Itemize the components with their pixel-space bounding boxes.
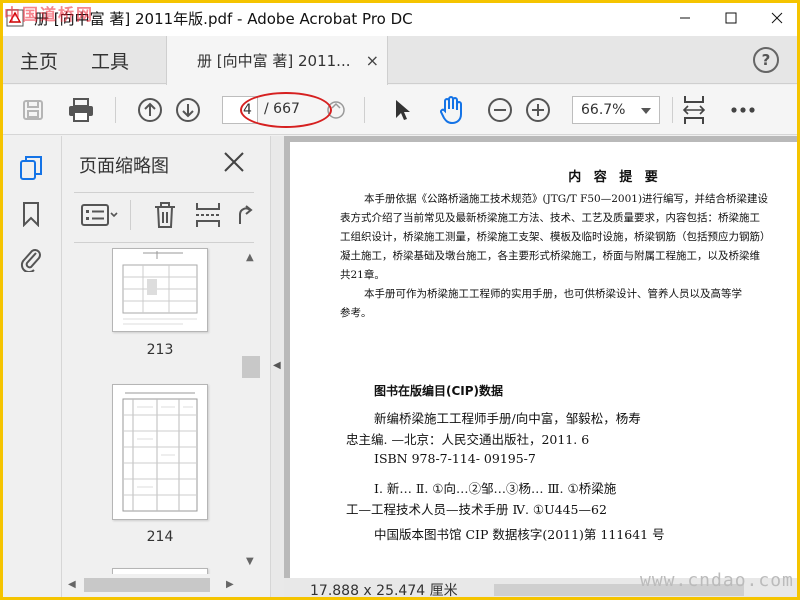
toolbar-separator [672, 97, 673, 123]
horizontal-scroll-thumb[interactable] [84, 578, 210, 592]
summary-line: 共21章。 [340, 269, 385, 281]
cip-line: Ⅰ. 新… Ⅱ. ①向…②邹…③杨… Ⅲ. ①桥梁施 [374, 481, 617, 496]
summary-heading: 内 容 提 要 [568, 170, 662, 185]
toolbar-separator [364, 97, 365, 123]
hand-icon [440, 96, 462, 125]
close-icon [771, 12, 783, 24]
save-icon [23, 100, 43, 120]
thumbnail-page-number: 213 [146, 342, 174, 358]
save-button[interactable] [18, 85, 48, 135]
title-bar: 中国道桥网 册 [向中富 著] 2011年版.pdf - Adobe Acrob… [0, 0, 800, 36]
minimize-icon [680, 17, 690, 19]
summary-line: 凝土施工，桥梁基础及墩台施工，各主要形式桥梁施工，桥面与附属工程施工，以及桥梁维 [340, 250, 760, 262]
summary-line: 参考。 [340, 307, 372, 319]
summary-line: 工组织设计，桥梁施工测量，桥梁施工支架、模板及临时设施，桥梁钢筋（包括预应力钢筋… [340, 231, 771, 243]
scroll-down-arrow-icon[interactable]: ▼ [246, 556, 254, 567]
thumbnail-preview [122, 392, 198, 512]
options-menu-icon [81, 204, 118, 226]
rotate-page-button[interactable] [232, 202, 254, 232]
vertical-scroll-thumb[interactable] [242, 356, 260, 378]
collapse-arrow-icon: ◀ [273, 360, 281, 371]
bookmark-icon [23, 202, 39, 227]
summary-line: 本手册可作为桥梁施工工程师的实用手册，也可供桥梁设计、管养人员以及高等学 [364, 288, 742, 300]
previous-page-button[interactable] [135, 85, 165, 135]
summary-text: 本手册依据《公路桥涵施工技术规范》(JTG/T F50—2001)进行编写，并结… [340, 190, 800, 323]
arrow-up-circle-icon [138, 98, 162, 122]
more-icon [731, 107, 755, 113]
pane-divider [74, 192, 254, 193]
page-dimensions: 17.888 x 25.474 厘米 [310, 583, 458, 599]
zoom-dropdown[interactable]: 66.7% [572, 96, 660, 124]
minimize-button[interactable] [662, 0, 708, 36]
attachments-panel-button[interactable] [0, 238, 62, 278]
zoom-out-icon [488, 98, 512, 122]
annotation-oval [240, 92, 332, 128]
left-rail [0, 136, 62, 600]
watermark-top: 中国道桥网 [4, 5, 95, 24]
trash-icon [155, 202, 175, 228]
thumbnail-options-button[interactable] [80, 202, 120, 232]
cursor-arrow-icon [396, 100, 410, 120]
next-page-button[interactable] [173, 85, 203, 135]
toolbar-separator [115, 97, 116, 123]
rotate-icon [239, 205, 253, 224]
scroll-up-arrow-icon[interactable]: ▲ [246, 252, 254, 263]
print-icon [69, 98, 93, 122]
cip-line: 中国版本图书馆 CIP 数据核字(2011)第 111641 号 [374, 527, 665, 542]
zoom-out-button[interactable] [486, 85, 514, 135]
page-thumbnail[interactable] [112, 248, 208, 332]
pane-title: 页面缩略图 [79, 156, 169, 177]
close-pane-button[interactable] [222, 150, 246, 174]
page-thumbnail[interactable] [112, 384, 208, 520]
more-tools-button[interactable] [726, 85, 760, 135]
hand-tool-button[interactable] [434, 85, 468, 135]
insert-page-button[interactable] [194, 200, 222, 234]
summary-line: 表方式介绍了当前常见及最新桥梁施工方法、技术、工艺及质量要求，内容包括：桥梁施工 [340, 212, 760, 224]
zoom-in-icon [526, 98, 550, 122]
document-page: 内 容 提 要 本手册依据《公路桥涵施工技术规范》(JTG/T F50—2001… [290, 142, 800, 578]
paperclip-icon [20, 249, 41, 272]
thumbnail-preview [122, 251, 198, 325]
bookmarks-panel-button[interactable] [0, 194, 62, 234]
document-view: 内 容 提 要 本手册依据《公路桥涵施工技术规范》(JTG/T F50—2001… [284, 136, 800, 600]
watermark-bottom: www.cndao.com [640, 570, 794, 591]
maximize-icon [725, 12, 737, 24]
chevron-down-icon [641, 108, 651, 114]
print-button[interactable] [64, 85, 98, 135]
tab-row: 主页 工具 册 [向中富 著] 2011... × ? [0, 36, 800, 85]
zoom-value: 66.7% [581, 102, 626, 118]
page-thumbnails-panel-button[interactable] [0, 148, 62, 188]
close-window-button[interactable] [754, 0, 800, 36]
pane-divider [74, 242, 254, 243]
thumbnails-vertical-scrollbar[interactable] [242, 248, 260, 576]
close-icon [224, 152, 244, 172]
tab-tools[interactable]: 工具 [91, 36, 129, 84]
zoom-in-button[interactable] [524, 85, 552, 135]
insert-pages-icon [196, 203, 220, 227]
cip-line: 新编桥梁施工工程师手册/向中富，邹毅松，杨寿 [374, 411, 641, 426]
cip-line: 忠主编. —北京：人民交通出版社，2011. 6 [346, 432, 590, 447]
fit-page-button[interactable] [680, 85, 708, 135]
tab-home[interactable]: 主页 [20, 36, 58, 84]
scroll-right-arrow-icon[interactable]: ▶ [226, 579, 234, 590]
close-tab-button[interactable]: × [366, 51, 379, 70]
cip-heading: 图书在版编目(CIP)数据 [374, 384, 504, 398]
cip-line: 工—工程技术人员—技术手册 Ⅳ. ①U445—62 [346, 502, 607, 517]
cip-line: ISBN 978-7-114- 09195-7 [374, 451, 536, 466]
summary-line: 本手册依据《公路桥涵施工技术规范》(JTG/T F50—2001)进行编写，并结… [364, 193, 769, 205]
maximize-button[interactable] [708, 0, 754, 36]
page-thumbnails-icon [20, 156, 42, 180]
delete-page-button[interactable] [152, 200, 178, 234]
main-toolbar: 4 / 667 66.7% [0, 85, 800, 135]
thumbnail-page-number: 214 [146, 529, 174, 545]
toolbar-separator [130, 200, 131, 230]
scroll-left-arrow-icon[interactable]: ◀ [68, 579, 76, 590]
select-tool-button[interactable] [388, 85, 416, 135]
document-tab-label: 册 [向中富 著] 2011... [197, 52, 351, 70]
collapse-pane-handle[interactable]: ◀ [270, 136, 284, 600]
fit-page-icon [682, 96, 706, 124]
help-button[interactable]: ? [753, 47, 779, 73]
tab-document[interactable]: 册 [向中富 著] 2011... × [166, 36, 388, 85]
arrow-down-circle-icon [176, 98, 200, 122]
